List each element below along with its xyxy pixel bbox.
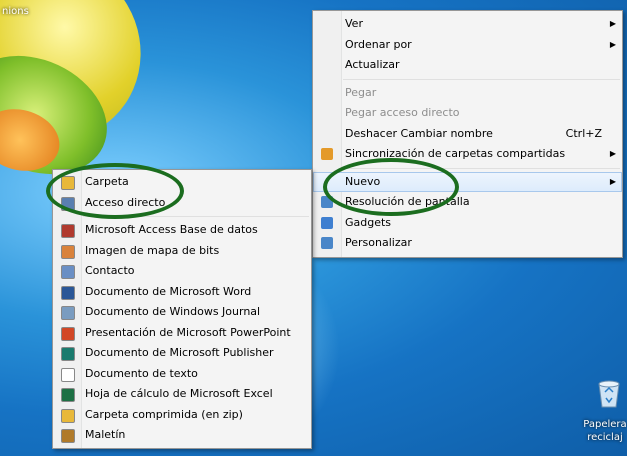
submenu-arrow-icon: ▶ — [609, 176, 616, 186]
menu-item-actualizar[interactable]: Actualizar — [313, 55, 622, 76]
menu-item-pegar-acceso-directo: Pegar acceso directo — [313, 103, 622, 124]
access-icon — [61, 224, 75, 238]
submenu-item-presentacion-de-microsoft-powerpoint[interactable]: Presentación de Microsoft PowerPoint — [53, 323, 311, 344]
powerpoint-icon — [61, 326, 75, 341]
submenu-arrow-icon: ▶ — [609, 39, 616, 49]
recycle-bin-label[interactable]: Papelera reciclaj — [575, 418, 627, 444]
submenu-item-label: Contacto — [85, 264, 135, 277]
menu-item-ordenar-por[interactable]: Ordenar por ▶ — [313, 35, 622, 56]
briefcase-icon — [61, 429, 75, 443]
contact-icon — [61, 265, 75, 279]
menu-item-label: Ver — [345, 17, 363, 30]
publisher-icon — [61, 347, 75, 361]
submenu-item-contacto[interactable]: Contacto — [53, 261, 311, 282]
submenu-item-label: Carpeta comprimida (en zip) — [85, 407, 243, 421]
gadgets-icon — [321, 216, 333, 229]
submenu-item-label: Maletín — [85, 428, 126, 441]
menu-separator — [343, 78, 620, 80]
annotation-ellipse-carpeta — [46, 163, 184, 219]
submenu-item-label: Imagen de mapa de bits — [85, 243, 220, 257]
menu-item-ver[interactable]: Ver ▶ — [313, 14, 622, 35]
text-doc-icon — [61, 367, 75, 382]
submenu-arrow-icon: ▶ — [609, 149, 616, 158]
submenu-item-maletin[interactable]: Maletín — [53, 425, 311, 446]
menu-item-label: Pegar — [345, 85, 377, 99]
menu-item-label: Personalizar — [345, 236, 412, 249]
bitmap-icon — [61, 244, 75, 259]
personalize-icon — [321, 237, 333, 249]
submenu-item-label: Documento de Microsoft Publisher — [85, 346, 274, 359]
journal-icon — [61, 306, 75, 320]
submenu-item-label: Hoja de cálculo de Microsoft Excel — [85, 387, 273, 400]
shortcut-label: Ctrl+Z — [565, 126, 602, 140]
submenu-item-label: Documento de Windows Journal — [85, 305, 261, 318]
menu-item-gadgets[interactable]: Gadgets — [313, 213, 622, 234]
submenu-item-carpeta-comprimida-en-zip[interactable]: Carpeta comprimida (en zip) — [53, 405, 311, 426]
word-icon — [61, 285, 75, 300]
submenu-arrow-icon: ▶ — [609, 19, 616, 28]
recycle-bin-icon[interactable] — [596, 378, 622, 408]
menu-item-label: Gadgets — [345, 215, 392, 229]
menu-item-pegar: Pegar — [313, 83, 622, 104]
submenu-item-label: Microsoft Access Base de datos — [85, 223, 258, 236]
menu-item-label: Actualizar — [345, 58, 400, 71]
menu-item-label: Deshacer Cambiar nombre — [345, 126, 493, 140]
submenu-item-imagen-de-mapa-de-bits[interactable]: Imagen de mapa de bits — [53, 241, 311, 262]
submenu-item-label: Presentación de Microsoft PowerPoint — [85, 325, 291, 339]
menu-item-label: Pegar acceso directo — [345, 106, 460, 119]
menu-item-personalizar[interactable]: Personalizar — [313, 233, 622, 254]
excel-icon — [61, 388, 75, 402]
desktop-icon-label[interactable]: nions — [2, 6, 29, 17]
submenu-item-documento-de-microsoft-word[interactable]: Documento de Microsoft Word — [53, 282, 311, 303]
desktop-context-menu: Ver ▶ Ordenar por ▶ Actualizar Pegar Pegar acc… — [312, 10, 623, 258]
sync-icon — [321, 148, 333, 160]
menu-item-deshacer-cambiar-nombre[interactable]: Deshacer Cambiar nombre Ctrl+Z — [313, 124, 622, 145]
submenu-item-documento-de-texto[interactable]: Documento de texto — [53, 364, 311, 385]
menu-item-label: Ordenar por — [345, 37, 412, 51]
zip-folder-icon — [61, 408, 75, 423]
submenu-item-documento-de-microsoft-publisher[interactable]: Documento de Microsoft Publisher — [53, 343, 311, 364]
submenu-item-label: Documento de Microsoft Word — [85, 284, 252, 298]
annotation-ellipse-nuevo — [323, 158, 459, 216]
submenu-item-microsoft-access-base-de-datos[interactable]: Microsoft Access Base de datos — [53, 220, 311, 241]
submenu-item-hoja-de-calculo-de-microsoft-excel[interactable]: Hoja de cálculo de Microsoft Excel — [53, 384, 311, 405]
submenu-item-label: Documento de texto — [85, 366, 198, 380]
submenu-item-documento-de-windows-journal[interactable]: Documento de Windows Journal — [53, 302, 311, 323]
